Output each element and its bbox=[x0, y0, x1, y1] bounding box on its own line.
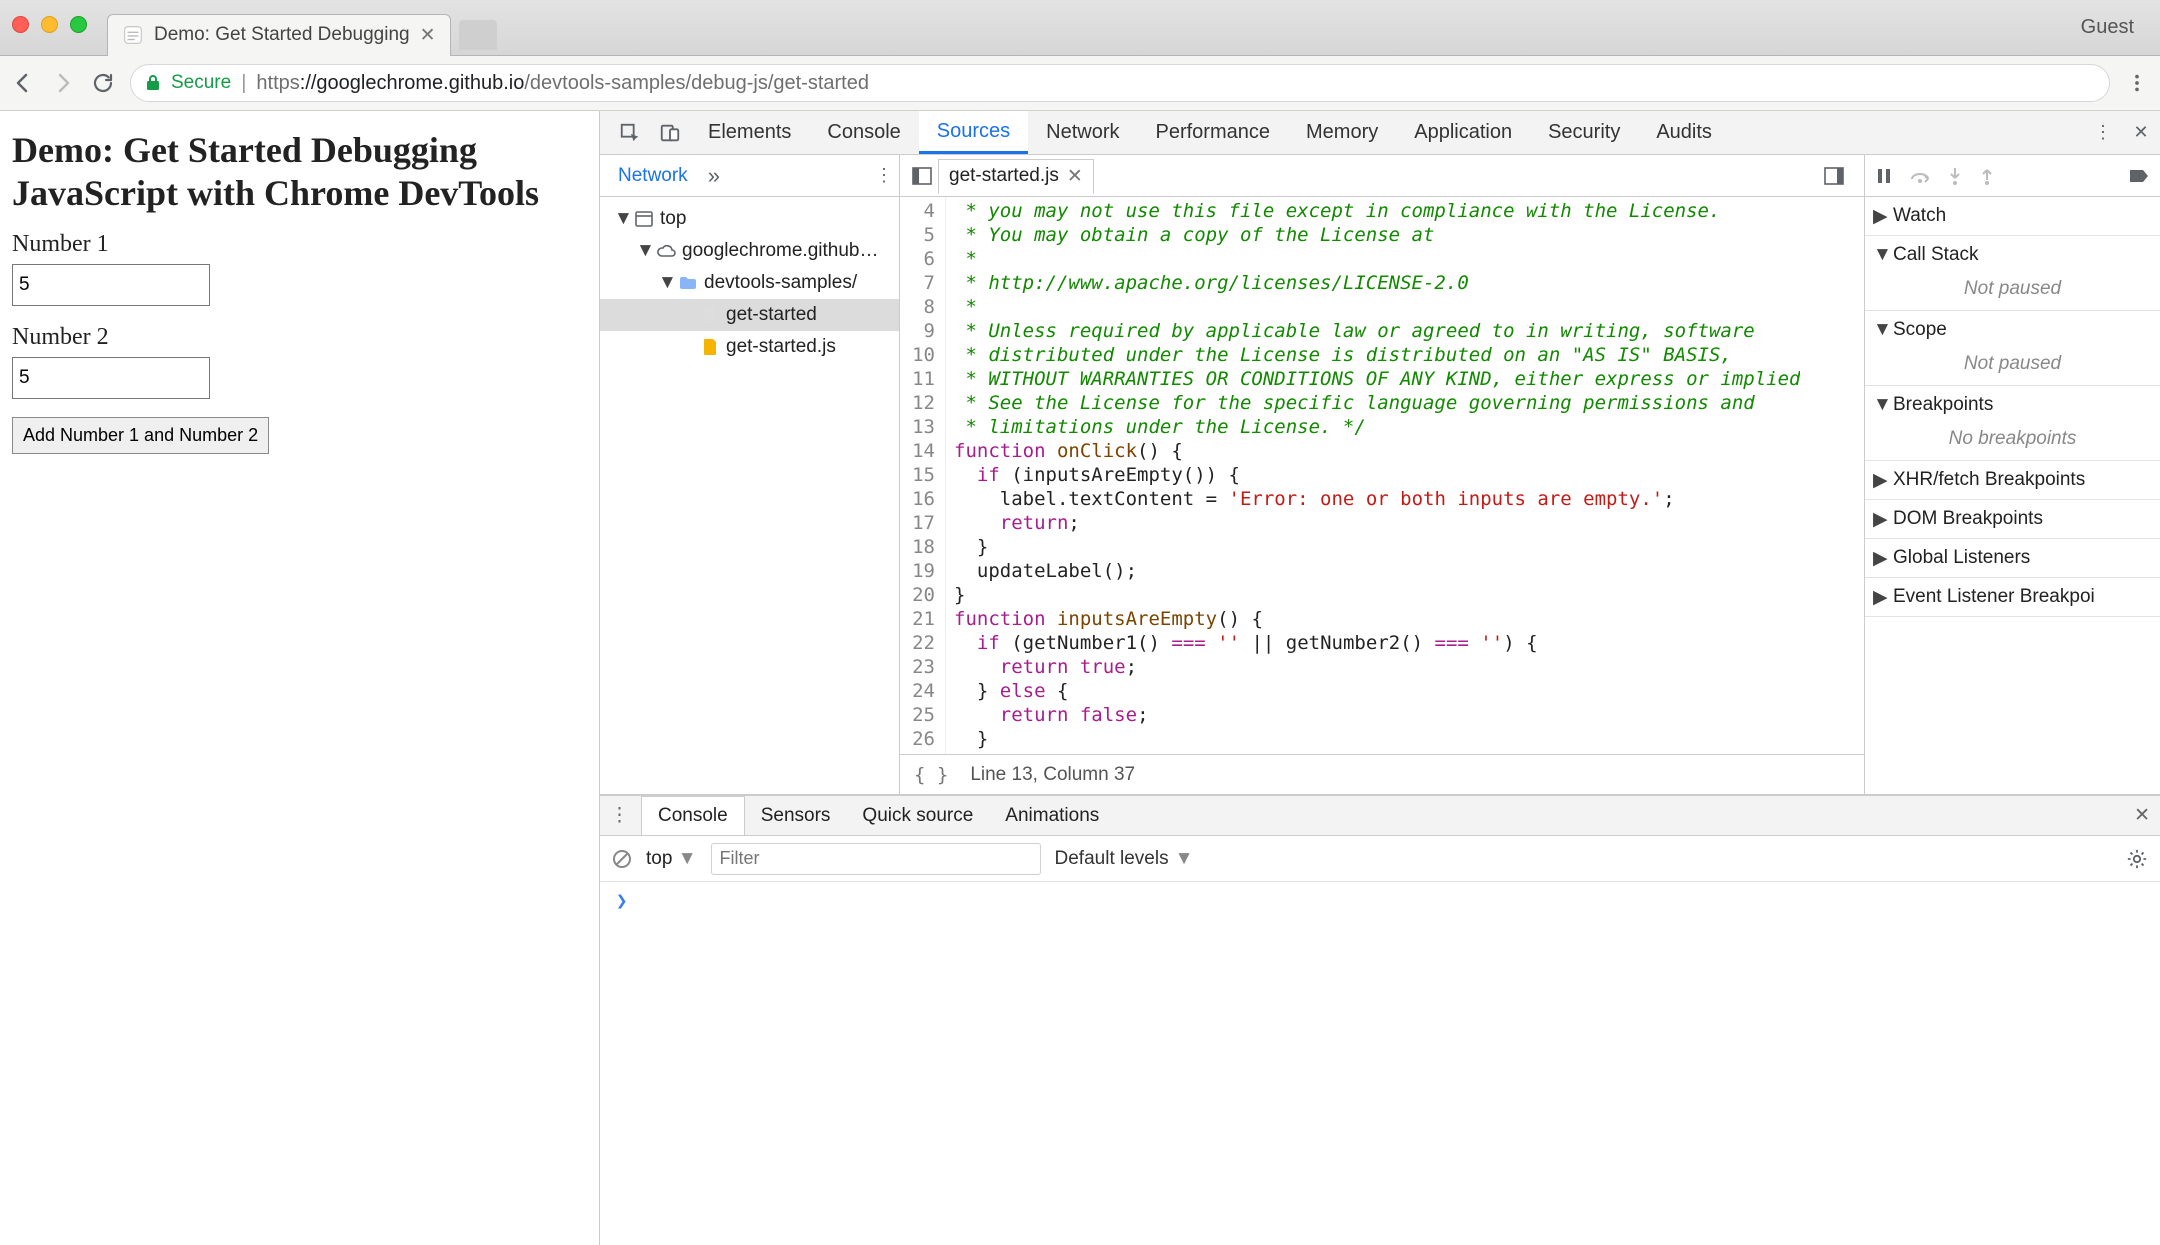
debug-section-call-stack[interactable]: ▼Call StackNot paused bbox=[1865, 236, 2160, 311]
url: https://googlechrome.github.io/devtools-… bbox=[256, 72, 869, 95]
clear-console-icon[interactable] bbox=[612, 849, 632, 869]
console-filter-input[interactable] bbox=[711, 843, 1041, 875]
navigator-tab-network[interactable]: Network bbox=[606, 161, 700, 191]
cursor-position: Line 13, Column 37 bbox=[970, 764, 1135, 786]
demo-page: Demo: Get Started Debugging JavaScript w… bbox=[0, 111, 600, 1245]
navigator-menu-icon[interactable]: ⋮ bbox=[875, 165, 893, 186]
omnibox[interactable]: Secure | https://googlechrome.github.io/… bbox=[130, 64, 2110, 102]
step-over-icon[interactable] bbox=[1909, 167, 1931, 185]
devtools-close-icon[interactable]: ✕ bbox=[2122, 111, 2160, 154]
debug-section-xhr-fetch-breakpoints[interactable]: ▶XHR/fetch Breakpoints bbox=[1865, 461, 2160, 500]
step-into-icon[interactable] bbox=[1947, 166, 1963, 186]
debug-section-event-listener-breakpoi[interactable]: ▶Event Listener Breakpoi bbox=[1865, 578, 2160, 617]
file-tree: ▼ top ▼ googlechrome.github… ▼ devtools-… bbox=[600, 197, 899, 369]
debug-section-breakpoints[interactable]: ▼BreakpointsNo breakpoints bbox=[1865, 386, 2160, 461]
devtools-tab-network[interactable]: Network bbox=[1028, 111, 1137, 154]
window-titlebar: Demo: Get Started Debugging ✕ Guest bbox=[0, 0, 2160, 56]
close-window-icon[interactable] bbox=[12, 16, 29, 33]
step-out-icon[interactable] bbox=[1979, 166, 1995, 186]
forward-button[interactable] bbox=[50, 70, 76, 96]
deactivate-breakpoints-icon[interactable] bbox=[2128, 168, 2150, 184]
debug-section-watch[interactable]: ▶Watch bbox=[1865, 197, 2160, 236]
editor-pane: get-started.js ✕ 45678910111213141516171… bbox=[900, 155, 1864, 794]
tree-file-js[interactable]: get-started.js bbox=[600, 331, 899, 363]
tree-domain[interactable]: ▼ googlechrome.github… bbox=[600, 235, 899, 267]
tree-file-html[interactable]: get-started bbox=[600, 299, 899, 331]
drawer-tab-sensors[interactable]: Sensors bbox=[745, 796, 847, 835]
devtools-menu-icon[interactable]: ⋮ bbox=[2084, 111, 2122, 154]
file-tab-close-icon[interactable]: ✕ bbox=[1067, 165, 1083, 188]
file-js-icon bbox=[700, 337, 720, 357]
toggle-navigator-icon[interactable] bbox=[906, 167, 938, 185]
navigator-pane: Network » ⋮ ▼ top ▼ googlechrome.github… bbox=[600, 155, 900, 794]
browser-menu-icon[interactable] bbox=[2124, 70, 2150, 96]
drawer-tab-console[interactable]: Console bbox=[641, 796, 745, 835]
toggle-debugger-icon[interactable] bbox=[1824, 167, 1858, 185]
tree-top[interactable]: ▼ top bbox=[600, 203, 899, 235]
tab-title: Demo: Get Started Debugging bbox=[154, 24, 410, 46]
context-selector[interactable]: top ▼ bbox=[646, 848, 697, 870]
secure-label: Secure bbox=[171, 72, 231, 94]
cloud-icon bbox=[656, 241, 676, 261]
drawer: ⋮ ConsoleSensorsQuick sourceAnimations ✕… bbox=[600, 795, 2160, 1245]
reload-button[interactable] bbox=[90, 70, 116, 96]
inspect-element-icon[interactable] bbox=[610, 111, 650, 154]
folder-icon bbox=[678, 273, 698, 293]
sources-panel: Network » ⋮ ▼ top ▼ googlechrome.github… bbox=[600, 155, 2160, 795]
tab-close-icon[interactable]: ✕ bbox=[420, 24, 436, 47]
debug-section-global-listeners[interactable]: ▶Global Listeners bbox=[1865, 539, 2160, 578]
favicon-icon bbox=[122, 24, 144, 46]
console-settings-icon[interactable] bbox=[2126, 848, 2148, 870]
lock-icon bbox=[145, 74, 161, 92]
devtools-tab-memory[interactable]: Memory bbox=[1288, 111, 1396, 154]
devtools-tab-security[interactable]: Security bbox=[1530, 111, 1638, 154]
file-tab[interactable]: get-started.js ✕ bbox=[938, 159, 1094, 194]
devtools-tab-performance[interactable]: Performance bbox=[1138, 111, 1289, 154]
devtools-tabs: ElementsConsoleSourcesNetworkPerformance… bbox=[600, 111, 2160, 155]
num2-input[interactable] bbox=[12, 357, 210, 399]
browser-tab[interactable]: Demo: Get Started Debugging ✕ bbox=[107, 14, 451, 56]
file-html-icon bbox=[700, 305, 720, 325]
frame-icon bbox=[634, 209, 654, 229]
pause-icon[interactable] bbox=[1875, 167, 1893, 185]
devtools: ElementsConsoleSourcesNetworkPerformance… bbox=[600, 111, 2160, 1245]
console-output[interactable]: ❯ bbox=[600, 882, 2160, 1245]
num1-input[interactable] bbox=[12, 264, 210, 306]
zoom-window-icon[interactable] bbox=[70, 16, 87, 33]
devtools-tab-elements[interactable]: Elements bbox=[690, 111, 809, 154]
editor-status-bar: { } Line 13, Column 37 bbox=[900, 754, 1864, 794]
devtools-tab-console[interactable]: Console bbox=[809, 111, 918, 154]
tree-folder[interactable]: ▼ devtools-samples/ bbox=[600, 267, 899, 299]
new-tab-button[interactable] bbox=[459, 20, 497, 50]
address-bar: Secure | https://googlechrome.github.io/… bbox=[0, 56, 2160, 111]
debug-section-scope[interactable]: ▼ScopeNot paused bbox=[1865, 311, 2160, 386]
drawer-close-icon[interactable]: ✕ bbox=[2134, 804, 2150, 827]
devtools-tab-application[interactable]: Application bbox=[1396, 111, 1530, 154]
debug-section-dom-breakpoints[interactable]: ▶DOM Breakpoints bbox=[1865, 500, 2160, 539]
console-prompt-icon: ❯ bbox=[616, 890, 627, 912]
log-level-selector[interactable]: Default levels▼ bbox=[1055, 848, 1194, 870]
back-button[interactable] bbox=[10, 70, 36, 96]
code-editor[interactable]: 4567891011121314151617181920212223242526… bbox=[900, 197, 1864, 754]
device-toggle-icon[interactable] bbox=[650, 111, 690, 154]
drawer-tab-animations[interactable]: Animations bbox=[989, 796, 1115, 835]
traffic-lights bbox=[12, 16, 87, 33]
drawer-tab-quick-source[interactable]: Quick source bbox=[846, 796, 989, 835]
add-button[interactable]: Add Number 1 and Number 2 bbox=[12, 417, 269, 454]
page-title: Demo: Get Started Debugging JavaScript w… bbox=[12, 129, 587, 215]
debugger-pane: ▶Watch▼Call StackNot paused▼ScopeNot pau… bbox=[1864, 155, 2160, 794]
navigator-more-icon[interactable]: » bbox=[708, 163, 720, 189]
num1-label: Number 1 bbox=[12, 231, 587, 258]
devtools-tab-sources[interactable]: Sources bbox=[919, 111, 1028, 154]
devtools-tab-audits[interactable]: Audits bbox=[1638, 111, 1730, 154]
minimize-window-icon[interactable] bbox=[41, 16, 58, 33]
num2-label: Number 2 bbox=[12, 324, 587, 351]
pretty-print-icon[interactable]: { } bbox=[914, 764, 948, 786]
profile-guest-label[interactable]: Guest bbox=[2081, 16, 2134, 39]
drawer-menu-icon[interactable]: ⋮ bbox=[610, 804, 629, 827]
